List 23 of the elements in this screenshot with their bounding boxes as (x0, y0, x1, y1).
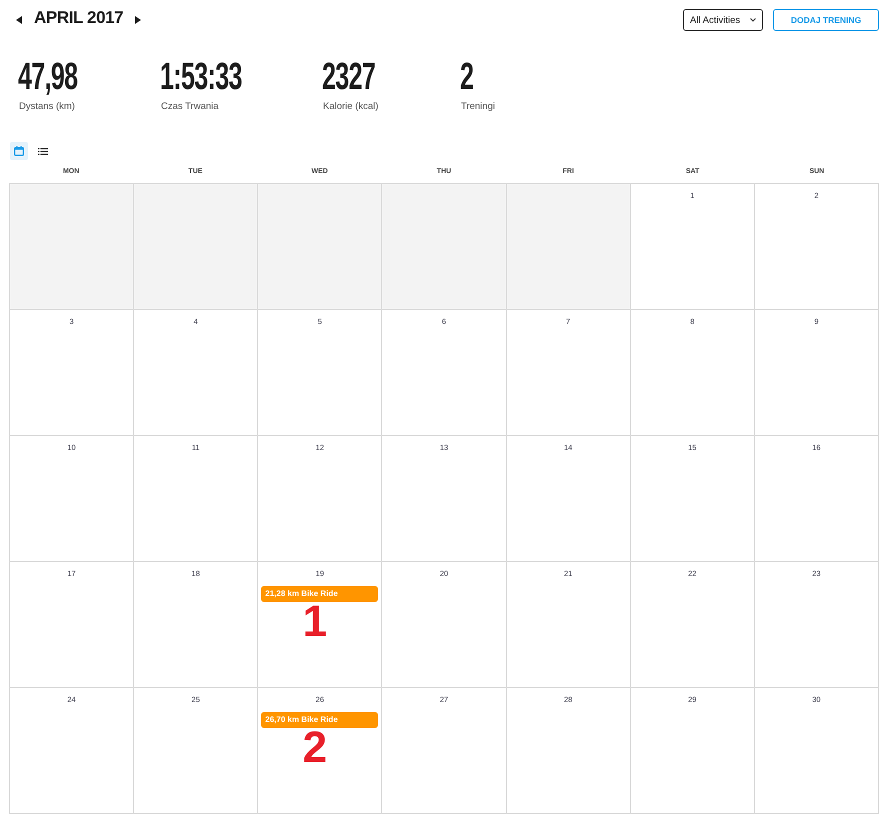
calendar-view-button[interactable] (10, 142, 28, 160)
stat-label: Kalorie (kcal) (322, 101, 378, 112)
month-title: APRIL 2017 (34, 8, 124, 28)
day-cell[interactable] (506, 184, 631, 310)
chevron-down-icon (750, 18, 756, 22)
day-cell[interactable] (382, 184, 507, 310)
next-month-icon[interactable] (135, 16, 142, 24)
annotation-number: 2 (302, 728, 328, 768)
activity-filter-dropdown[interactable]: All Activities (683, 9, 763, 31)
day-cell[interactable] (258, 184, 382, 310)
day-cell[interactable] (10, 184, 134, 310)
calendar-icon (14, 146, 24, 156)
previous-month-icon[interactable] (16, 16, 22, 24)
stat-label: Dystans (km) (18, 101, 75, 112)
stat-label: Treningi (460, 101, 495, 112)
stat-value: 2327 (322, 58, 376, 96)
list-icon (38, 148, 48, 154)
stat-value: 1:53:33 (160, 58, 242, 96)
annotation-number: 1 (302, 602, 328, 642)
stat-value: 47,98 (18, 58, 78, 96)
day-cell[interactable] (134, 184, 258, 310)
stat-value: 2 (460, 58, 474, 96)
stat-label: Czas Trwania (160, 101, 219, 112)
